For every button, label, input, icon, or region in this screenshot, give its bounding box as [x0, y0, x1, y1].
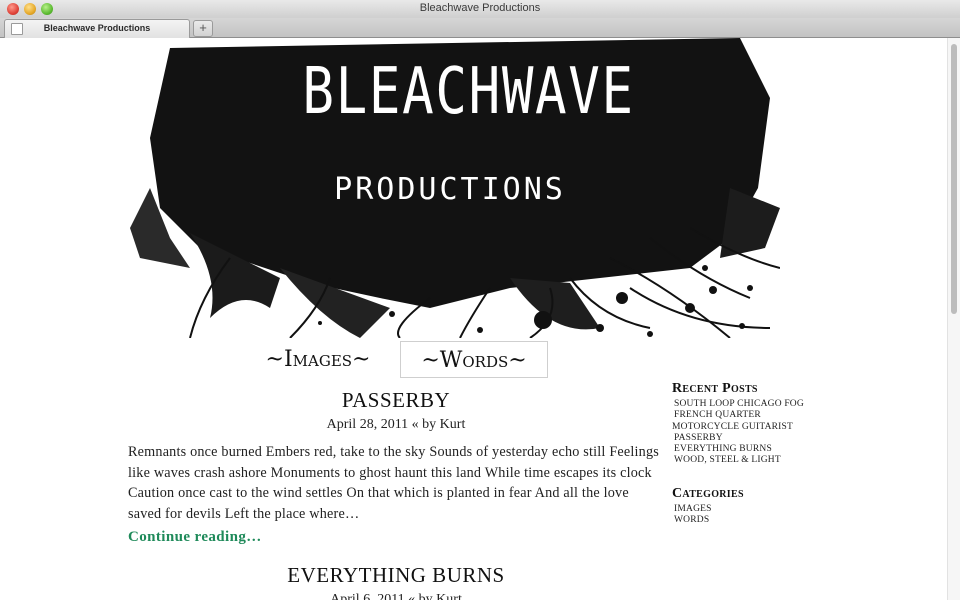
- site-header-banner[interactable]: BLEACHWAVE PRODUCTIONS: [130, 38, 780, 338]
- category-link-words[interactable]: WORDS: [672, 515, 712, 526]
- categories-heading: Categories: [672, 486, 744, 501]
- recent-post-link[interactable]: MOTORCYCLE GUITARIST: [672, 422, 804, 433]
- new-tab-button[interactable]: +: [193, 20, 213, 37]
- tab-bar: Bleachwave Productions +: [0, 18, 960, 38]
- continue-reading-link[interactable]: Continue reading…: [128, 529, 262, 546]
- recent-posts-list: SOUTH LOOP CHICAGO FOG FRENCH QUARTER MO…: [672, 399, 804, 467]
- window-titlebar: Bleachwave Productions: [0, 0, 960, 19]
- post-meta: April 6, 2011 « by Kurt: [330, 592, 462, 600]
- recent-post-link[interactable]: EVERYTHING BURNS: [672, 444, 804, 455]
- scrollbar-thumb[interactable]: [951, 44, 957, 314]
- recent-post-link[interactable]: WOOD, STEEL & LIGHT: [672, 455, 804, 466]
- site-logo-title: BLEACHWAVE: [302, 55, 635, 129]
- vertical-scrollbar[interactable]: [947, 38, 960, 600]
- tab-bleachwave[interactable]: Bleachwave Productions: [4, 19, 190, 38]
- recent-post-link[interactable]: PASSERBY: [672, 433, 804, 444]
- site-logo-subtitle: PRODUCTIONS: [334, 172, 566, 207]
- recent-post-link[interactable]: FRENCH QUARTER: [672, 410, 804, 421]
- plus-icon: +: [199, 20, 207, 35]
- recent-post-link[interactable]: SOUTH LOOP CHICAGO FOG: [672, 399, 804, 410]
- post-meta: April 28, 2011 « by Kurt: [326, 417, 466, 432]
- nav-words-link[interactable]: ~Words~: [400, 341, 548, 378]
- post-excerpt: Remnants once burned Embers red, take to…: [128, 444, 659, 522]
- post-title-link[interactable]: PASSERBY: [128, 388, 664, 413]
- post-title-link[interactable]: EVERYTHING BURNS: [128, 563, 664, 588]
- categories-list: IMAGES WORDS: [672, 504, 712, 527]
- recent-posts-heading: Recent Posts: [672, 381, 758, 396]
- nav-images-link[interactable]: ~Images~: [255, 341, 381, 378]
- tab-label: Bleachwave Productions: [43, 23, 151, 33]
- page-viewport: BLEACHWAVE PRODUCTIONS ~Images~ ~Words~ …: [0, 38, 948, 600]
- category-link-images[interactable]: IMAGES: [672, 504, 712, 515]
- window-title: Bleachwave Productions: [419, 2, 541, 14]
